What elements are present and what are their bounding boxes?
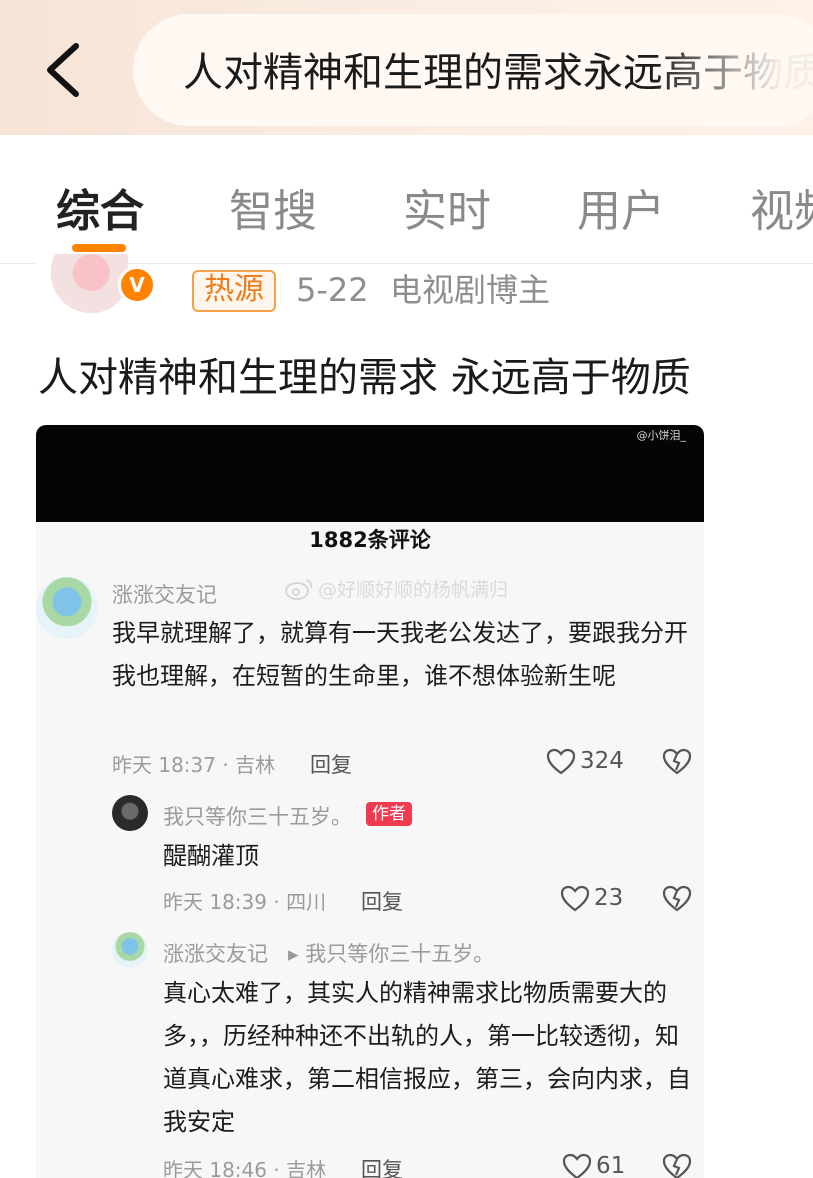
reply-username[interactable]: 我只等你三十五岁。 bbox=[163, 801, 352, 831]
reply-to-user[interactable]: ▸ 我只等你三十五岁。 bbox=[288, 938, 494, 968]
comment-username[interactable]: 涨涨交友记 bbox=[112, 579, 217, 609]
post-date: 5-22 bbox=[296, 271, 369, 309]
reply-meta: 昨天 18:46 · 吉林 bbox=[163, 1158, 327, 1178]
tab-smart-search[interactable]: 智搜 bbox=[229, 175, 317, 239]
top-bar: 人对精神和生理的需求永远高于物质 bbox=[0, 0, 813, 135]
watermark-mid: @好顺好顺的杨帆满归 bbox=[318, 579, 509, 601]
weibo-logo-icon bbox=[285, 579, 313, 600]
like-count: 324 bbox=[580, 748, 624, 774]
post-image[interactable]: @小饼泪_ 1882条评论 @好顺好顺的杨帆满归 涨涨交友记 我早就理解了，就算… bbox=[36, 425, 704, 1178]
like-count: 23 bbox=[594, 885, 624, 911]
comment-avatar[interactable] bbox=[36, 577, 98, 639]
hot-source-badge: 热源 bbox=[192, 270, 276, 312]
dislike-heart-icon[interactable] bbox=[662, 748, 692, 776]
tab-users[interactable]: 用户 bbox=[577, 175, 665, 239]
tab-comprehensive[interactable]: 综合 bbox=[56, 175, 144, 239]
comment-meta: 昨天 18:37 · 吉林 bbox=[112, 753, 276, 777]
reply-button[interactable]: 回复 bbox=[310, 749, 352, 779]
comment-text: 我早就理解了，就算有一天我老公发达了，要跟我分开我也理解，在短暂的生命里，谁不想… bbox=[112, 619, 688, 690]
tab-video[interactable]: 视频 bbox=[750, 175, 813, 239]
dislike-heart-icon[interactable] bbox=[662, 1153, 692, 1178]
like-count: 61 bbox=[596, 1153, 626, 1178]
like-heart-icon[interactable] bbox=[562, 1153, 592, 1178]
reply-text: 真心太难了，其实人的精神需求比物质需要大的多，，历经种种还不出轨的人，第一比较透… bbox=[163, 979, 691, 1136]
reply-text: 醍醐灌顶 bbox=[163, 842, 259, 870]
reply-meta: 昨天 18:39 · 四川 bbox=[163, 890, 327, 914]
reply-username[interactable]: 涨涨交友记 bbox=[163, 938, 268, 968]
tab-realtime[interactable]: 实时 bbox=[403, 175, 491, 239]
post-meta: V 热源 5-22 电视剧博主 bbox=[0, 254, 813, 324]
back-arrow-icon[interactable] bbox=[40, 40, 90, 100]
reply-button[interactable]: 回复 bbox=[361, 1154, 403, 1178]
like-heart-icon[interactable] bbox=[560, 885, 590, 913]
post-title[interactable]: 人对精神和生理的需求 永远高于物质 bbox=[38, 345, 691, 403]
avatar[interactable] bbox=[36, 254, 128, 316]
active-tab-indicator bbox=[72, 244, 126, 252]
reply-button[interactable]: 回复 bbox=[361, 886, 403, 916]
dislike-heart-icon[interactable] bbox=[662, 885, 692, 913]
post-author[interactable]: 电视剧博主 bbox=[390, 270, 550, 310]
search-fade bbox=[653, 14, 813, 126]
reply-avatar[interactable] bbox=[112, 795, 148, 831]
author-tag: 作者 bbox=[366, 802, 412, 826]
comment-count: 1882条评论 bbox=[309, 528, 431, 552]
search-box[interactable]: 人对精神和生理的需求永远高于物质 bbox=[133, 14, 813, 126]
like-heart-icon[interactable] bbox=[546, 748, 576, 776]
video-black-area: @小饼泪_ bbox=[36, 425, 704, 522]
watermark-top: @小饼泪_ bbox=[636, 429, 687, 442]
reply-avatar[interactable] bbox=[112, 932, 148, 968]
verified-badge-icon: V bbox=[118, 266, 156, 304]
